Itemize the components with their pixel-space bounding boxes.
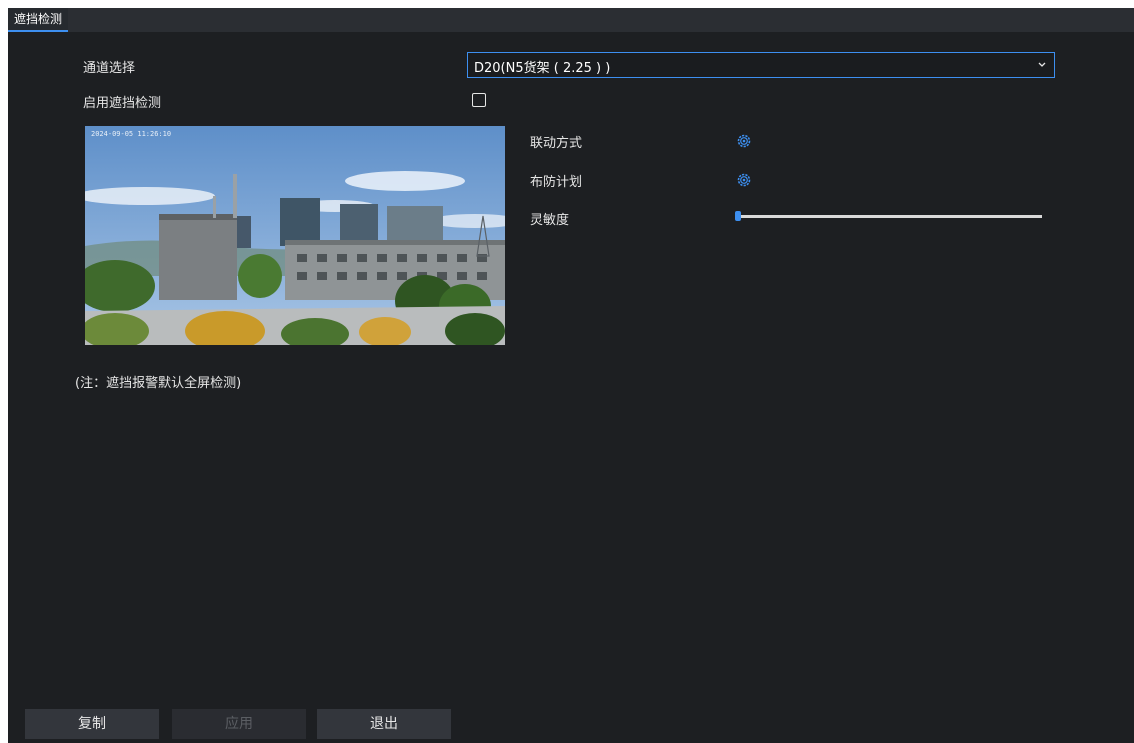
- enable-checkbox[interactable]: [472, 93, 486, 107]
- camera-preview-image: [85, 126, 505, 345]
- camera-preview: 2024-09-05 11:26:10: [85, 126, 505, 345]
- schedule-label: 布防计划: [530, 175, 583, 190]
- channel-select-value: D20(N5货架 ( 2.25 ) ): [474, 61, 611, 76]
- blind-detection-window: 遮挡检测 通道选择 D20(N5货架 ( 2.25 ) ) 启用遮挡检测 202…: [8, 8, 1134, 743]
- gear-icon[interactable]: [736, 133, 752, 149]
- sensitivity-slider-track: [735, 215, 1042, 218]
- exit-button[interactable]: 退出: [317, 709, 451, 739]
- enable-label: 启用遮挡检测: [83, 96, 162, 111]
- tab-bar: 遮挡检测: [8, 8, 1134, 32]
- detection-note: (注：遮挡报警默认全屏检测): [75, 376, 242, 391]
- preview-osd-timestamp: 2024-09-05 11:26:10: [91, 130, 172, 138]
- sensitivity-label: 灵敏度: [530, 213, 570, 228]
- sensitivity-slider[interactable]: [735, 210, 1042, 224]
- channel-label: 通道选择: [83, 61, 136, 76]
- channel-select[interactable]: D20(N5货架 ( 2.25 ) ): [467, 52, 1055, 78]
- sensitivity-slider-thumb[interactable]: [735, 211, 741, 221]
- chevron-down-icon: [1038, 62, 1046, 67]
- gear-icon[interactable]: [736, 172, 752, 188]
- linkage-label: 联动方式: [530, 136, 583, 151]
- apply-button[interactable]: 应用: [172, 709, 306, 739]
- tab-blind-detection[interactable]: 遮挡检测: [8, 8, 69, 32]
- copy-button[interactable]: 复制: [25, 709, 159, 739]
